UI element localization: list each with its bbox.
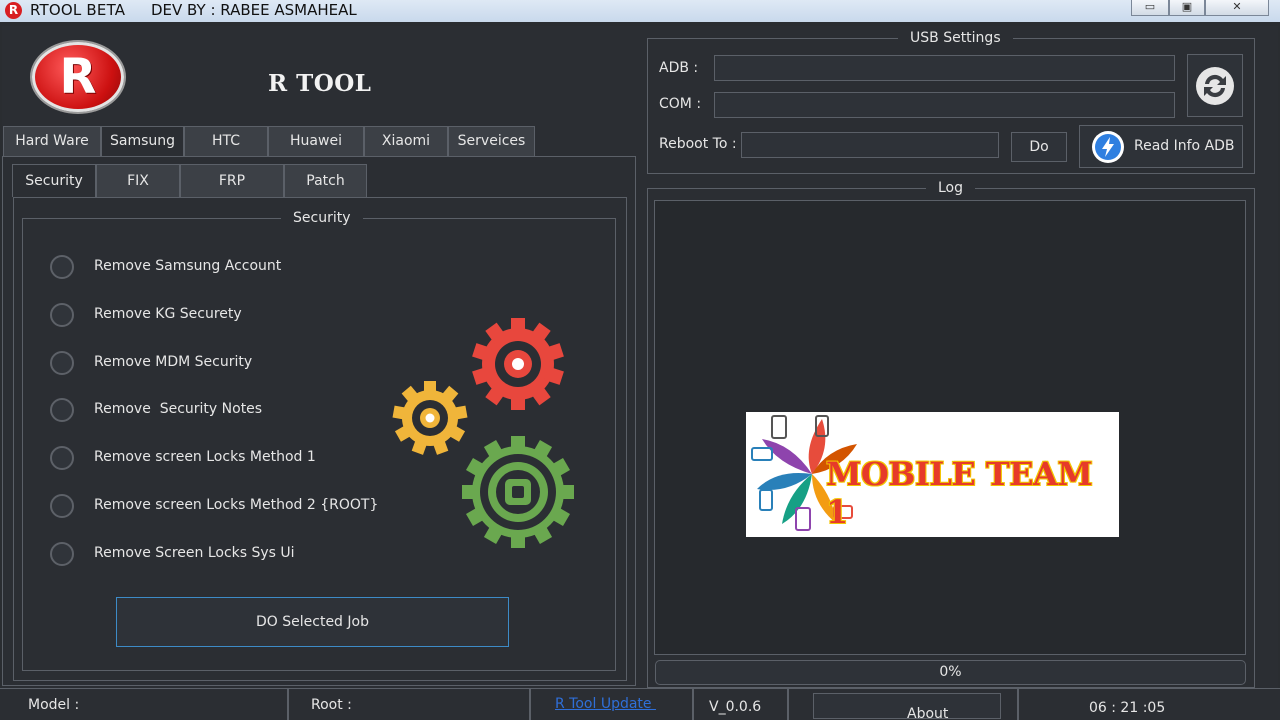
window-title: RTOOL BETA — [30, 1, 126, 19]
bolt-icon — [1092, 131, 1124, 163]
tab-label: Xiaomi — [381, 133, 431, 149]
version-cell: V_0.0.6 — [694, 689, 789, 720]
radio-button[interactable] — [50, 303, 74, 327]
maximize-button[interactable]: ▣ — [1169, 0, 1205, 16]
option-label: Remove Security Notes — [94, 401, 263, 417]
root-cell: Root : — [289, 689, 531, 720]
title-bar: R RTOOL BETA DEV BY : RABEE ASMAHEAL ▭ ▣… — [0, 0, 1280, 22]
model-cell: Model : — [0, 689, 289, 720]
subtab-label: Security — [25, 173, 83, 189]
clock: 06 : 21 :05 — [1089, 700, 1166, 716]
usb-settings-legend: USB Settings — [898, 29, 1013, 47]
subtab-label: FRP — [218, 173, 246, 189]
root-label: Root : — [311, 697, 352, 713]
status-bar: Model : Root : R Tool Update V_0.0.6 Abo… — [0, 688, 1280, 720]
close-icon: ✕ — [1232, 0, 1242, 13]
tab-label: HTC — [211, 133, 241, 149]
green-gear-icon — [462, 436, 574, 548]
red-gear-icon — [472, 318, 564, 410]
tab-hardware[interactable]: Hard Ware — [3, 126, 101, 157]
clock-cell: 06 : 21 :05 — [1019, 689, 1280, 720]
radio-button[interactable] — [50, 255, 74, 279]
update-cell: R Tool Update — [531, 689, 694, 720]
log-legend: Log — [926, 179, 976, 197]
about-button[interactable]: About — [813, 693, 1001, 720]
mobile-team-banner: MOBILE TEAM 1 — [746, 412, 1119, 537]
progress-label: 0% — [939, 664, 962, 680]
do-button[interactable]: Do — [1011, 132, 1067, 162]
tab-htc[interactable]: HTC — [184, 126, 268, 157]
subtab-label: FIX — [127, 173, 149, 189]
option-label: Remove KG Securety — [94, 306, 242, 322]
app-title: R TOOL — [268, 70, 372, 97]
minimize-icon: ▭ — [1144, 0, 1156, 13]
com-label: COM : — [659, 96, 702, 112]
reboot-to-select[interactable] — [741, 132, 999, 158]
developer-credit: DEV BY : RABEE ASMAHEAL — [151, 1, 357, 19]
do-selected-job-button[interactable]: DO Selected Job — [116, 597, 509, 647]
gears-icon — [392, 318, 574, 548]
security-group-legend: Security — [281, 209, 363, 227]
subtab-fix[interactable]: FIX — [96, 164, 180, 197]
button-label: DO Selected Job — [256, 614, 369, 630]
com-field[interactable] — [714, 92, 1175, 118]
option-label: Remove screen Locks Method 2 {ROOT} — [94, 497, 379, 513]
button-label: Do — [1029, 139, 1049, 155]
about-cell: About — [789, 689, 1019, 720]
yellow-gear-icon — [392, 381, 468, 455]
subtab-label: Patch — [306, 173, 345, 189]
button-label: Read Info ADB — [1134, 138, 1235, 154]
radio-button[interactable] — [50, 351, 74, 375]
minimize-button[interactable]: ▭ — [1131, 0, 1169, 16]
banner-text: MOBILE TEAM 1 — [826, 455, 1093, 531]
maximize-icon: ▣ — [1181, 0, 1193, 13]
radio-button[interactable] — [50, 398, 74, 422]
update-link[interactable]: R Tool Update — [555, 696, 656, 712]
subtab-patch[interactable]: Patch — [284, 164, 367, 197]
radio-button[interactable] — [50, 542, 74, 566]
refresh-icon — [1196, 67, 1234, 105]
option-label: Remove screen Locks Method 1 — [94, 449, 316, 465]
tab-label: Samsung — [109, 133, 176, 149]
model-label: Model : — [28, 697, 80, 713]
subtab-frp[interactable]: FRP — [180, 164, 284, 197]
close-button[interactable]: ✕ — [1205, 0, 1269, 16]
tab-xiaomi[interactable]: Xiaomi — [364, 126, 448, 157]
adb-label: ADB : — [659, 60, 699, 76]
read-info-adb-button[interactable]: Read Info ADB — [1079, 125, 1243, 168]
button-label: About — [907, 706, 949, 720]
option-label: Remove Samsung Account — [94, 258, 282, 274]
reboot-label: Reboot To : — [659, 136, 737, 152]
logo-letter: R — [59, 49, 97, 105]
tab-samsung[interactable]: Samsung — [101, 126, 184, 157]
option-label: Remove Screen Locks Sys Ui — [94, 545, 295, 561]
tab-services[interactable]: Serveices — [448, 126, 535, 157]
tab-label: Serveices — [457, 133, 526, 149]
subtab-security[interactable]: Security — [12, 164, 96, 197]
tab-label: Hard Ware — [15, 133, 89, 149]
progress-bar: 0% — [655, 660, 1246, 685]
version-label: V_0.0.6 — [709, 699, 762, 715]
tab-huawei[interactable]: Huawei — [268, 126, 364, 157]
tab-label: Huawei — [290, 133, 342, 149]
app-logo: R — [32, 42, 124, 112]
app-icon: R — [5, 2, 22, 19]
radio-button[interactable] — [50, 446, 74, 470]
option-label: Remove MDM Security — [94, 354, 253, 370]
refresh-button[interactable] — [1187, 54, 1243, 117]
radio-button[interactable] — [50, 494, 74, 518]
adb-field[interactable] — [714, 55, 1175, 81]
